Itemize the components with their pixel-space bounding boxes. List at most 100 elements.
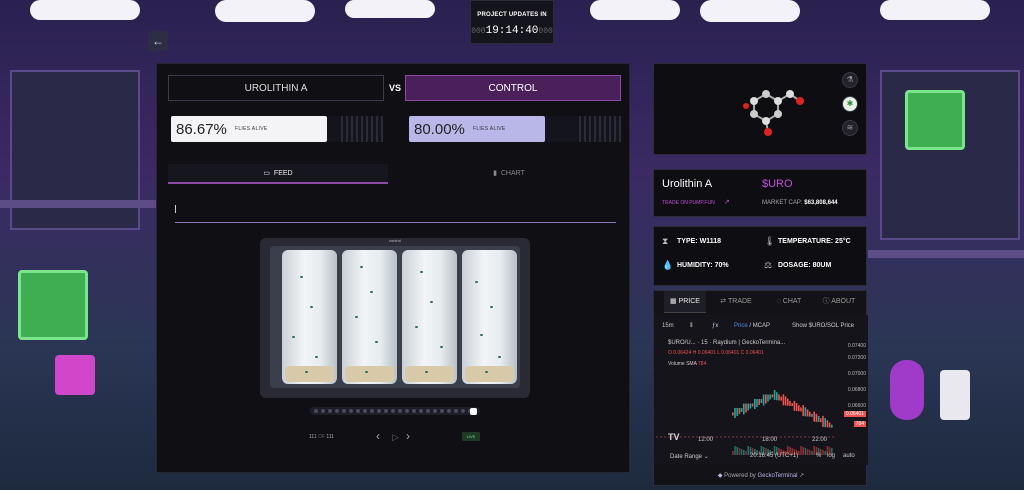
fly-button[interactable]: ✱ xyxy=(842,96,858,112)
timeline-dot[interactable] xyxy=(321,409,325,413)
vial-food xyxy=(345,366,394,382)
timeline-dot[interactable] xyxy=(391,409,395,413)
candle xyxy=(747,403,749,411)
price-axis-label: 0.06401 xyxy=(843,411,866,417)
video-player[interactable]: control xyxy=(260,238,530,398)
volume-bar xyxy=(813,446,815,455)
tab-chat[interactable]: ◌ CHAT xyxy=(769,291,809,313)
candle xyxy=(791,403,793,407)
tab-about[interactable]: ⓘ ABOUT xyxy=(819,291,859,313)
fruit-fly xyxy=(375,341,378,343)
price-mcap-toggle[interactable]: Price / MCAP xyxy=(734,323,770,329)
timeline-dot[interactable] xyxy=(335,409,339,413)
dna-button[interactable]: ≋ xyxy=(842,120,858,136)
trade-link[interactable]: TRADE ON PUMP.FUN xyxy=(662,200,715,206)
tab-chart[interactable]: ▮ CHART xyxy=(396,164,622,184)
volume-bar xyxy=(804,448,807,455)
candle xyxy=(813,411,815,422)
molecule-panel: ⚗ ✱ ≋ xyxy=(653,63,867,155)
flask-purple xyxy=(890,360,924,420)
timeline-dot[interactable] xyxy=(370,409,374,413)
cloud xyxy=(30,0,140,20)
back-button[interactable]: ← xyxy=(148,31,168,51)
candle xyxy=(780,396,782,401)
candle xyxy=(784,396,787,406)
treatment-survival-bar: 86.67% FLIES ALIVE xyxy=(171,116,383,142)
fly-vial xyxy=(462,250,517,384)
fruit-fly xyxy=(370,291,373,293)
candle xyxy=(804,407,807,417)
timeline-dot[interactable] xyxy=(440,409,444,413)
play-button[interactable]: ▷ xyxy=(392,432,399,443)
candle xyxy=(743,403,745,415)
bar-ticks xyxy=(579,116,621,142)
vial-food xyxy=(285,366,334,382)
candle xyxy=(787,398,789,406)
timeline-dot[interactable] xyxy=(328,409,332,413)
indicators-icon[interactable]: ƒx xyxy=(712,323,718,329)
timeline-dot[interactable] xyxy=(405,409,409,413)
timeline-dot[interactable] xyxy=(426,409,430,413)
tab-price[interactable]: ▦ PRICE xyxy=(664,291,706,313)
timeline-dot[interactable] xyxy=(398,409,402,413)
candle xyxy=(773,390,776,400)
play-icon: ▷ xyxy=(392,432,399,442)
timeline-dot[interactable] xyxy=(433,409,437,413)
experiment-panel: UROLITHIN A VS CONTROL 86.67% FLIES ALIV… xyxy=(156,63,630,473)
tab-feed[interactable]: ▭ FEED xyxy=(168,164,388,184)
gecko-icon: ◆ xyxy=(717,473,723,479)
timeline-dot[interactable] xyxy=(377,409,381,413)
fruit-fly xyxy=(415,326,418,328)
control-label: CONTROL xyxy=(405,75,621,101)
treatment-label: UROLITHIN A xyxy=(168,75,384,101)
text-cursor xyxy=(175,205,176,213)
trading-widget: ▦ PRICE ⇄ TRADE ◌ CHAT ⓘ ABOUT 15m ⫴ ƒx … xyxy=(653,290,868,486)
price-axis-label: 0.07400 xyxy=(847,343,866,349)
timeline-dot[interactable] xyxy=(384,409,388,413)
auto-button[interactable]: auto xyxy=(843,453,855,459)
arrow-left-icon: ← xyxy=(152,34,164,48)
next-button[interactable]: › xyxy=(406,429,410,443)
bar-ticks xyxy=(341,116,383,142)
timeline-dot[interactable] xyxy=(363,409,367,413)
vs-label: VS xyxy=(388,83,401,93)
timeline-dot[interactable] xyxy=(356,409,360,413)
timeline-dot[interactable] xyxy=(342,409,346,413)
candle xyxy=(826,420,829,428)
candle xyxy=(782,394,785,406)
date-range-select[interactable]: Date Range ⌄ xyxy=(670,453,709,460)
timeline-scrubber[interactable] xyxy=(310,407,480,415)
timeline-dot[interactable] xyxy=(454,409,458,413)
time-axis-label: 22:00 xyxy=(812,437,828,443)
log-button[interactable]: log xyxy=(827,453,835,459)
prev-button[interactable]: ‹ xyxy=(376,429,380,443)
external-link-icon[interactable]: ↗ xyxy=(724,198,730,206)
countdown-timer: 00019:14:40000 xyxy=(471,25,553,37)
bottle-white xyxy=(940,370,970,420)
fruit-fly xyxy=(480,334,483,336)
show-pair-toggle[interactable]: Show $URO/SOL Price xyxy=(792,323,854,329)
fruit-fly xyxy=(360,266,363,268)
timeline-dot[interactable] xyxy=(314,409,318,413)
fly-vial xyxy=(402,250,457,384)
percent-button[interactable]: % xyxy=(816,453,821,459)
pipe-left xyxy=(0,200,156,208)
powered-by[interactable]: ◆ Powered by GeckoTerminal ↗ xyxy=(654,467,868,485)
timeline-dot[interactable] xyxy=(461,409,465,413)
candles-icon[interactable]: ⫴ xyxy=(690,323,693,330)
interval-select[interactable]: 15m xyxy=(662,323,674,329)
timeline-dot[interactable] xyxy=(447,409,451,413)
timeline-dot[interactable] xyxy=(349,409,353,413)
live-badge[interactable]: LIVE xyxy=(462,432,480,441)
timeline-dot[interactable] xyxy=(412,409,416,413)
volume-bar xyxy=(800,446,802,455)
tradingview-chart[interactable]: 15m ⫴ ƒx Price / MCAP Show $URO/SOL Pric… xyxy=(654,315,868,465)
candle xyxy=(806,409,809,417)
timeline-dot[interactable] xyxy=(419,409,423,413)
temperature: TEMPERATURE: 25°C xyxy=(778,238,851,245)
droplet-icon: 💧 xyxy=(662,260,674,270)
flask-button[interactable]: ⚗ xyxy=(842,72,858,88)
tab-trade[interactable]: ⇄ TRADE xyxy=(716,291,756,313)
candle xyxy=(738,408,741,414)
timeline-dot[interactable] xyxy=(470,407,477,415)
